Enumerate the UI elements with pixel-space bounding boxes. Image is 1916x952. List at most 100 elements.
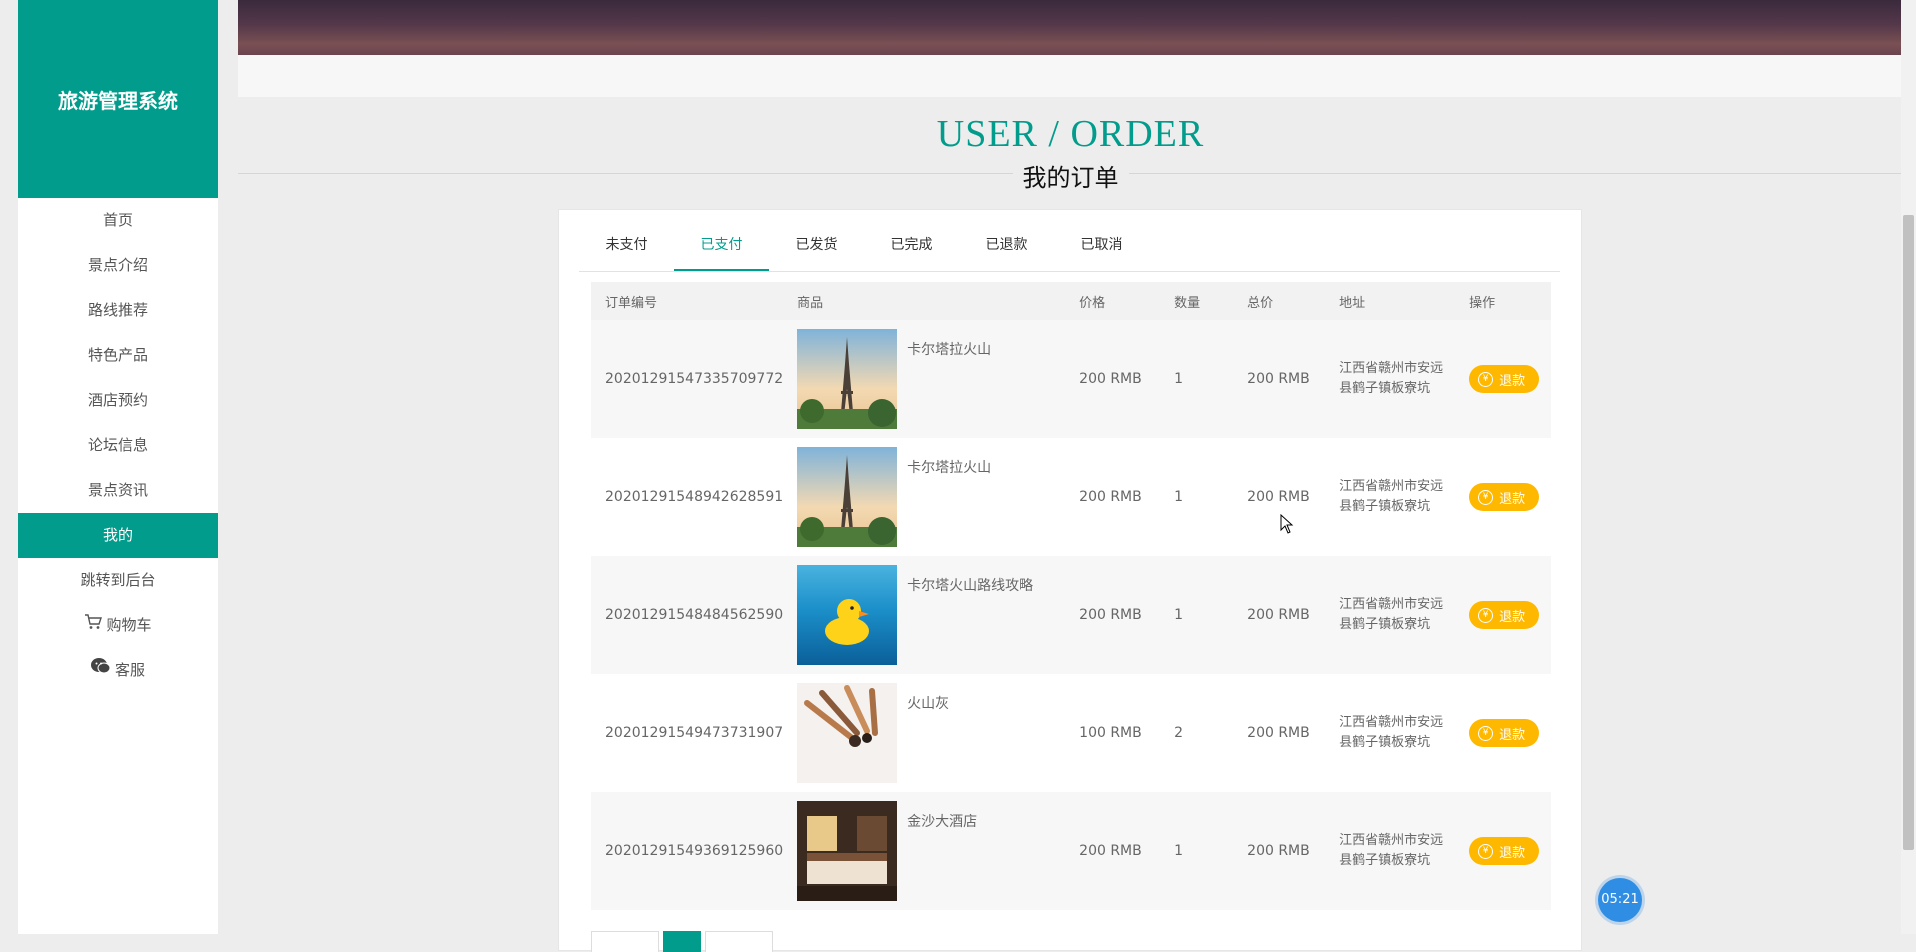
table-header-row: 订单编号 商品 价格 数量 总价 地址 操作 (591, 282, 1551, 320)
quantity: 1 (1160, 320, 1234, 438)
banner-strip (238, 55, 1903, 97)
refund-label: 退款 (1499, 845, 1526, 861)
hotel-room-image[interactable] (797, 801, 898, 901)
page-title: 我的订单 (238, 158, 1903, 193)
tab-paid[interactable]: 已支付 (674, 222, 769, 271)
address: 江西省赣州市安远县鹤子镇板寮坑 (1339, 597, 1444, 632)
sidebar-item-label: 路线推荐 (87, 301, 148, 319)
page-next-button[interactable] (705, 931, 773, 952)
page-prev-button[interactable] (591, 931, 659, 952)
refund-label: 退款 (1499, 609, 1526, 625)
order-number: 20201291547335709772 (591, 320, 784, 438)
sidebar: 旅游管理系统 首页 景点介绍 路线推荐 特色产品 酒店预约 论坛信息 景点资讯 … (18, 0, 218, 934)
tab-unpaid[interactable]: 未支付 (579, 222, 674, 271)
scrollbar-thumb[interactable] (1903, 215, 1914, 850)
cart-icon (84, 603, 103, 648)
sidebar-item-attractions[interactable]: 景点介绍 (18, 243, 218, 288)
column-header: 订单编号 (591, 282, 784, 320)
refund-button[interactable]: ¥ 退款 (1469, 601, 1540, 629)
sidebar-item-label: 论坛信息 (87, 436, 148, 454)
order-number: 20201291548942628591 (605, 489, 784, 505)
sidebar-item-products[interactable]: 特色产品 (18, 333, 218, 378)
table-row: 20201291549369125960 金沙大酒店 200 RMB 1 200… (591, 792, 1551, 910)
quantity: 1 (1160, 556, 1234, 674)
order-panel: 未支付 已支付 已发货 已完成 已退款 已取消 订单编号 商品 价格 数量 总价… (558, 209, 1582, 952)
total: 200 RMB (1233, 556, 1326, 674)
yen-icon: ¥ (1478, 607, 1494, 623)
banner-image (238, 0, 1903, 55)
refund-label: 退款 (1499, 727, 1526, 743)
tab-cancelled[interactable]: 已取消 (1054, 222, 1149, 271)
address: 江西省赣州市安远县鹤子镇板寮坑 (1339, 715, 1444, 750)
column-header: 地址 (1325, 282, 1456, 320)
pagination (591, 931, 773, 952)
total: 200 RMB (1233, 792, 1326, 910)
sidebar-item-news[interactable]: 景点资讯 (18, 468, 218, 513)
sidebar-item-routes[interactable]: 路线推荐 (18, 288, 218, 333)
table-row: 20201291549473731907 火山灰 100 RMB 2 200 R… (591, 674, 1551, 792)
total: 200 RMB (1247, 489, 1310, 505)
goods-name[interactable]: 火山灰 (907, 693, 949, 713)
app-title: 旅游管理系统 (18, 0, 218, 198)
column-header: 操作 (1455, 282, 1551, 320)
order-table: 订单编号 商品 价格 数量 总价 地址 操作 20201291547335709… (591, 282, 1551, 910)
column-header: 数量 (1160, 282, 1234, 320)
mouse-cursor-icon (1280, 513, 1294, 538)
sidebar-item-label: 跳转到后台 (80, 571, 156, 589)
price: 200 RMB (1079, 489, 1142, 505)
goods-name[interactable]: 金沙大酒店 (907, 811, 977, 831)
sidebar-item-home[interactable]: 首页 (18, 198, 218, 243)
goods-name[interactable]: 卡尔塔拉火山 (907, 339, 991, 359)
price: 200 RMB (1065, 556, 1161, 674)
page-title-en: USER / ORDER (936, 113, 1205, 155)
quantity: 1 (1160, 792, 1234, 910)
sidebar-item-mine[interactable]: 我的 (18, 513, 218, 558)
column-header: 总价 (1233, 282, 1326, 320)
sidebar-item-service[interactable]: 客服 (18, 648, 218, 693)
chat-icon (90, 648, 111, 693)
table-row: 20201291547335709772 卡尔塔拉火山 200 RMB 1 20… (591, 320, 1551, 438)
timer-badge[interactable]: 05:21 (1598, 878, 1642, 922)
table-row: 20201291548484562590 卡尔塔火山路线攻略 200 RMB 1… (591, 556, 1551, 674)
column-header: 商品 (783, 282, 1066, 320)
quantity: 1 (1174, 489, 1184, 505)
goods-name[interactable]: 卡尔塔拉火山 (907, 457, 991, 477)
refund-button[interactable]: ¥ 退款 (1469, 719, 1540, 747)
makeup-brushes-image[interactable] (797, 683, 898, 783)
yen-icon: ¥ (1478, 843, 1494, 859)
page-current-button[interactable] (663, 931, 701, 952)
column-header: 价格 (1065, 282, 1161, 320)
scrollbar[interactable] (1901, 0, 1916, 934)
sidebar-item-cart[interactable]: 购物车 (18, 603, 218, 648)
eiffel-tower-image[interactable] (797, 447, 898, 547)
sidebar-item-label: 首页 (102, 211, 133, 229)
goods-name[interactable]: 卡尔塔火山路线攻略 (907, 575, 1033, 595)
eiffel-tower-image[interactable] (797, 329, 898, 429)
sidebar-nav: 首页 景点介绍 路线推荐 特色产品 酒店预约 论坛信息 景点资讯 我的 跳转到后… (18, 198, 218, 693)
quantity: 2 (1174, 725, 1184, 741)
order-number: 20201291549369125960 (591, 792, 784, 910)
refund-label: 退款 (1499, 373, 1526, 389)
table-row: 20201291548942628591 卡尔塔拉火山 200 RMB 1 20… (591, 438, 1551, 556)
total: 200 RMB (1233, 320, 1326, 438)
price: 200 RMB (1065, 320, 1161, 438)
sidebar-item-forum[interactable]: 论坛信息 (18, 423, 218, 468)
total: 200 RMB (1247, 725, 1310, 741)
yen-icon: ¥ (1478, 371, 1494, 387)
tab-shipped[interactable]: 已发货 (769, 222, 864, 271)
rubber-duck-image[interactable] (797, 565, 898, 665)
sidebar-item-admin[interactable]: 跳转到后台 (18, 558, 218, 603)
sidebar-item-hotel[interactable]: 酒店预约 (18, 378, 218, 423)
sidebar-item-label: 景点介绍 (87, 256, 148, 274)
refund-button[interactable]: ¥ 退款 (1469, 365, 1540, 393)
tab-refunded[interactable]: 已退款 (959, 222, 1054, 271)
refund-button[interactable]: ¥ 退款 (1469, 483, 1540, 511)
page-title-cn: 我的订单 (1012, 164, 1129, 192)
sidebar-item-label: 我的 (102, 526, 133, 544)
address: 江西省赣州市安远县鹤子镇板寮坑 (1339, 479, 1444, 514)
order-tabs: 未支付 已支付 已发货 已完成 已退款 已取消 (579, 222, 1560, 272)
tab-completed[interactable]: 已完成 (864, 222, 959, 271)
refund-button[interactable]: ¥ 退款 (1469, 837, 1540, 865)
address: 江西省赣州市安远县鹤子镇板寮坑 (1339, 833, 1444, 868)
address: 江西省赣州市安远县鹤子镇板寮坑 (1339, 361, 1444, 396)
